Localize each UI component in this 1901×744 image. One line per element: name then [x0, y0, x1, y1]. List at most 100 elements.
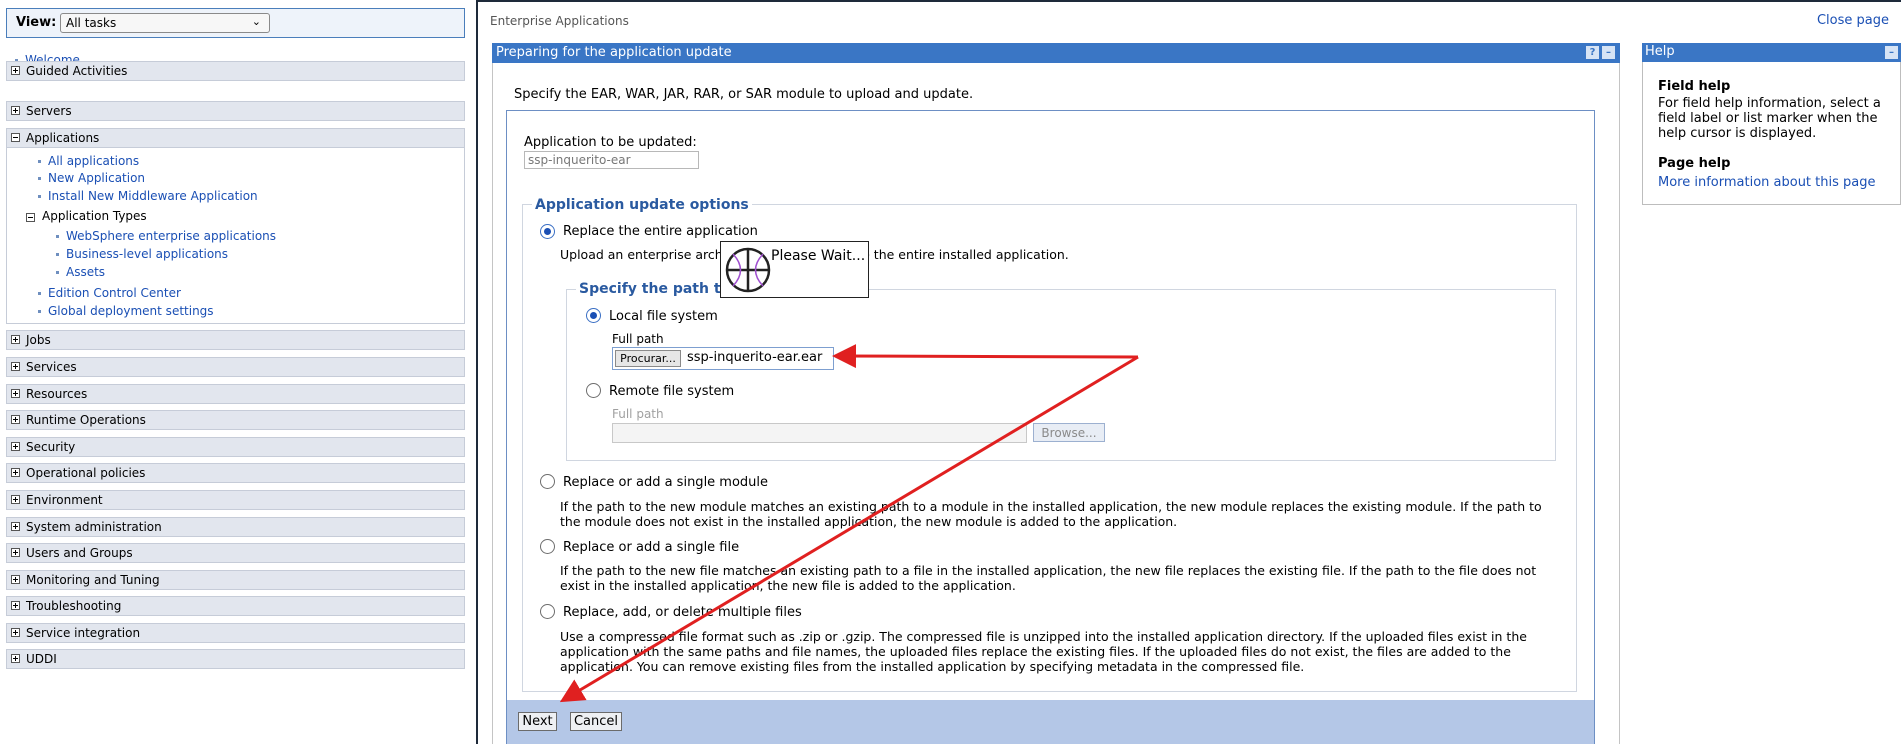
replace-multiple-files-description: Use a compressed file format such as .zi… — [560, 629, 1527, 674]
remote-file-system-label[interactable]: Remote file system — [609, 384, 734, 399]
expand-icon[interactable] — [11, 335, 20, 344]
app-to-update-field: ssp-inquerito-ear — [524, 151, 699, 169]
native-browse-button[interactable]: Procurar... — [615, 350, 681, 367]
next-button[interactable]: Next — [518, 712, 557, 731]
nav-websphere-enterprise-apps[interactable]: WebSphere enterprise applications — [56, 229, 276, 243]
bullet-icon — [56, 235, 59, 238]
field-help-text: For field help information, select a fie… — [1658, 96, 1881, 141]
cancel-button[interactable]: Cancel — [570, 712, 622, 731]
nav-category-label: Resources — [26, 387, 88, 401]
expand-icon[interactable] — [11, 601, 20, 610]
bullet-icon — [38, 160, 41, 163]
nav-category-troubleshooting[interactable]: Troubleshooting — [6, 596, 465, 616]
expand-icon[interactable] — [11, 442, 20, 451]
nav-category-label: Runtime Operations — [26, 413, 146, 427]
remote-path-input[interactable] — [612, 423, 1027, 443]
nav-category-operational-policies[interactable]: Operational policies — [6, 463, 465, 483]
replace-single-module-label[interactable]: Replace or add a single module — [563, 475, 768, 490]
nav-all-applications[interactable]: All applications — [38, 154, 139, 168]
app-to-update-label: Application to be updated: — [524, 135, 697, 150]
replace-entire-description: Upload an enterprise archive file (EAR) … — [560, 247, 1069, 262]
nav-application-types[interactable]: Application Types — [42, 209, 147, 223]
local-full-path-label: Full path — [612, 332, 664, 346]
browse-button[interactable]: Browse... — [1033, 423, 1105, 442]
nav-category-guided-activities[interactable]: Guided Activities — [6, 61, 465, 81]
replace-entire-radio[interactable] — [540, 224, 555, 239]
local-file-system-radio[interactable] — [586, 308, 601, 323]
remote-file-system-radio[interactable] — [586, 383, 601, 398]
replace-single-module-radio[interactable] — [540, 474, 555, 489]
nav-business-level-apps[interactable]: Business-level applications — [56, 247, 228, 261]
collapse-icon[interactable] — [26, 213, 35, 222]
expand-icon[interactable] — [11, 522, 20, 531]
nav-category-services[interactable]: Services — [6, 357, 465, 377]
nav-category-jobs[interactable]: Jobs — [6, 330, 465, 350]
page-help-link[interactable]: More information about this page — [1658, 175, 1875, 190]
expand-icon[interactable] — [11, 548, 20, 557]
nav-edition-control-center[interactable]: Edition Control Center — [38, 286, 181, 300]
breadcrumb: Enterprise Applications — [490, 14, 629, 28]
view-label: View: — [16, 15, 57, 30]
nav-category-uddi[interactable]: UDDI — [6, 649, 465, 669]
replace-entire-label[interactable]: Replace the entire application — [563, 224, 758, 239]
nav-global-deployment-settings[interactable]: Global deployment settings — [38, 304, 214, 318]
close-page-link[interactable]: Close page — [1817, 13, 1889, 28]
expand-icon[interactable] — [11, 362, 20, 371]
spinner-icon — [725, 247, 771, 293]
expand-icon[interactable] — [11, 106, 20, 115]
remote-full-path-label: Full path — [612, 407, 664, 421]
nav-category-security[interactable]: Security — [6, 437, 465, 457]
nav-category-monitoring-and-tuning[interactable]: Monitoring and Tuning — [6, 570, 465, 590]
nav-category-service-integration[interactable]: Service integration — [6, 623, 465, 643]
expand-icon[interactable] — [11, 654, 20, 663]
collapse-icon[interactable] — [11, 133, 20, 142]
nav-category-label: Operational policies — [26, 466, 146, 480]
nav-assets[interactable]: Assets — [56, 265, 105, 279]
nav-category-users-and-groups[interactable]: Users and Groups — [6, 543, 465, 563]
nav-category-applications[interactable]: Applications — [6, 128, 465, 148]
expand-icon[interactable] — [11, 415, 20, 424]
field-help-title: Field help — [1658, 79, 1731, 94]
main-panel-header: Preparing for the application update ? – — [492, 43, 1620, 63]
minimize-icon[interactable]: – — [1885, 46, 1898, 59]
nav-category-runtime-operations[interactable]: Runtime Operations — [6, 410, 465, 430]
bullet-icon — [38, 195, 41, 198]
nav-category-servers[interactable]: Servers — [6, 101, 465, 121]
expand-icon[interactable] — [11, 468, 20, 477]
nav-link-label: All applications — [48, 154, 140, 168]
expand-icon[interactable] — [11, 628, 20, 637]
please-wait-text: Please Wait... — [771, 248, 866, 264]
local-file-input[interactable]: Procurar... ssp-inquerito-ear.ear — [612, 347, 834, 370]
please-wait-dialog: Please Wait... — [720, 241, 869, 298]
bullet-icon — [56, 271, 59, 274]
local-file-value: ssp-inquerito-ear.ear — [687, 350, 823, 365]
nav-category-label: Jobs — [26, 333, 51, 347]
expand-icon[interactable] — [11, 389, 20, 398]
minimize-icon[interactable]: – — [1602, 46, 1615, 59]
nav-link-label: WebSphere enterprise applications — [66, 229, 277, 243]
bullet-icon — [38, 310, 41, 313]
expand-icon[interactable] — [11, 575, 20, 584]
view-select[interactable]: All tasks ⌄ — [60, 13, 270, 33]
replace-single-file-label[interactable]: Replace or add a single file — [563, 540, 739, 555]
page-help-title: Page help — [1658, 156, 1731, 171]
local-file-system-label[interactable]: Local file system — [609, 309, 718, 324]
nav-category-environment[interactable]: Environment — [6, 490, 465, 510]
replace-multiple-files-label[interactable]: Replace, add, or delete multiple files — [563, 605, 802, 620]
replace-single-file-radio[interactable] — [540, 539, 555, 554]
nav-category-system-administration[interactable]: System administration — [6, 517, 465, 537]
bullet-icon — [38, 177, 41, 180]
nav-install-new-middleware[interactable]: Install New Middleware Application — [38, 189, 258, 203]
expand-icon[interactable] — [11, 495, 20, 504]
nav-category-label: Security — [26, 440, 76, 454]
help-icon[interactable]: ? — [1586, 46, 1599, 59]
expand-icon[interactable] — [11, 66, 20, 75]
nav-link-label: Business-level applications — [66, 247, 229, 261]
replace-multiple-files-radio[interactable] — [540, 604, 555, 619]
nav-category-label: Users and Groups — [26, 546, 133, 560]
nav-category-label: Environment — [26, 493, 103, 507]
nav-link-label: Edition Control Center — [48, 286, 181, 300]
bullet-icon — [38, 292, 41, 295]
nav-category-resources[interactable]: Resources — [6, 384, 465, 404]
nav-new-application[interactable]: New Application — [38, 171, 145, 185]
